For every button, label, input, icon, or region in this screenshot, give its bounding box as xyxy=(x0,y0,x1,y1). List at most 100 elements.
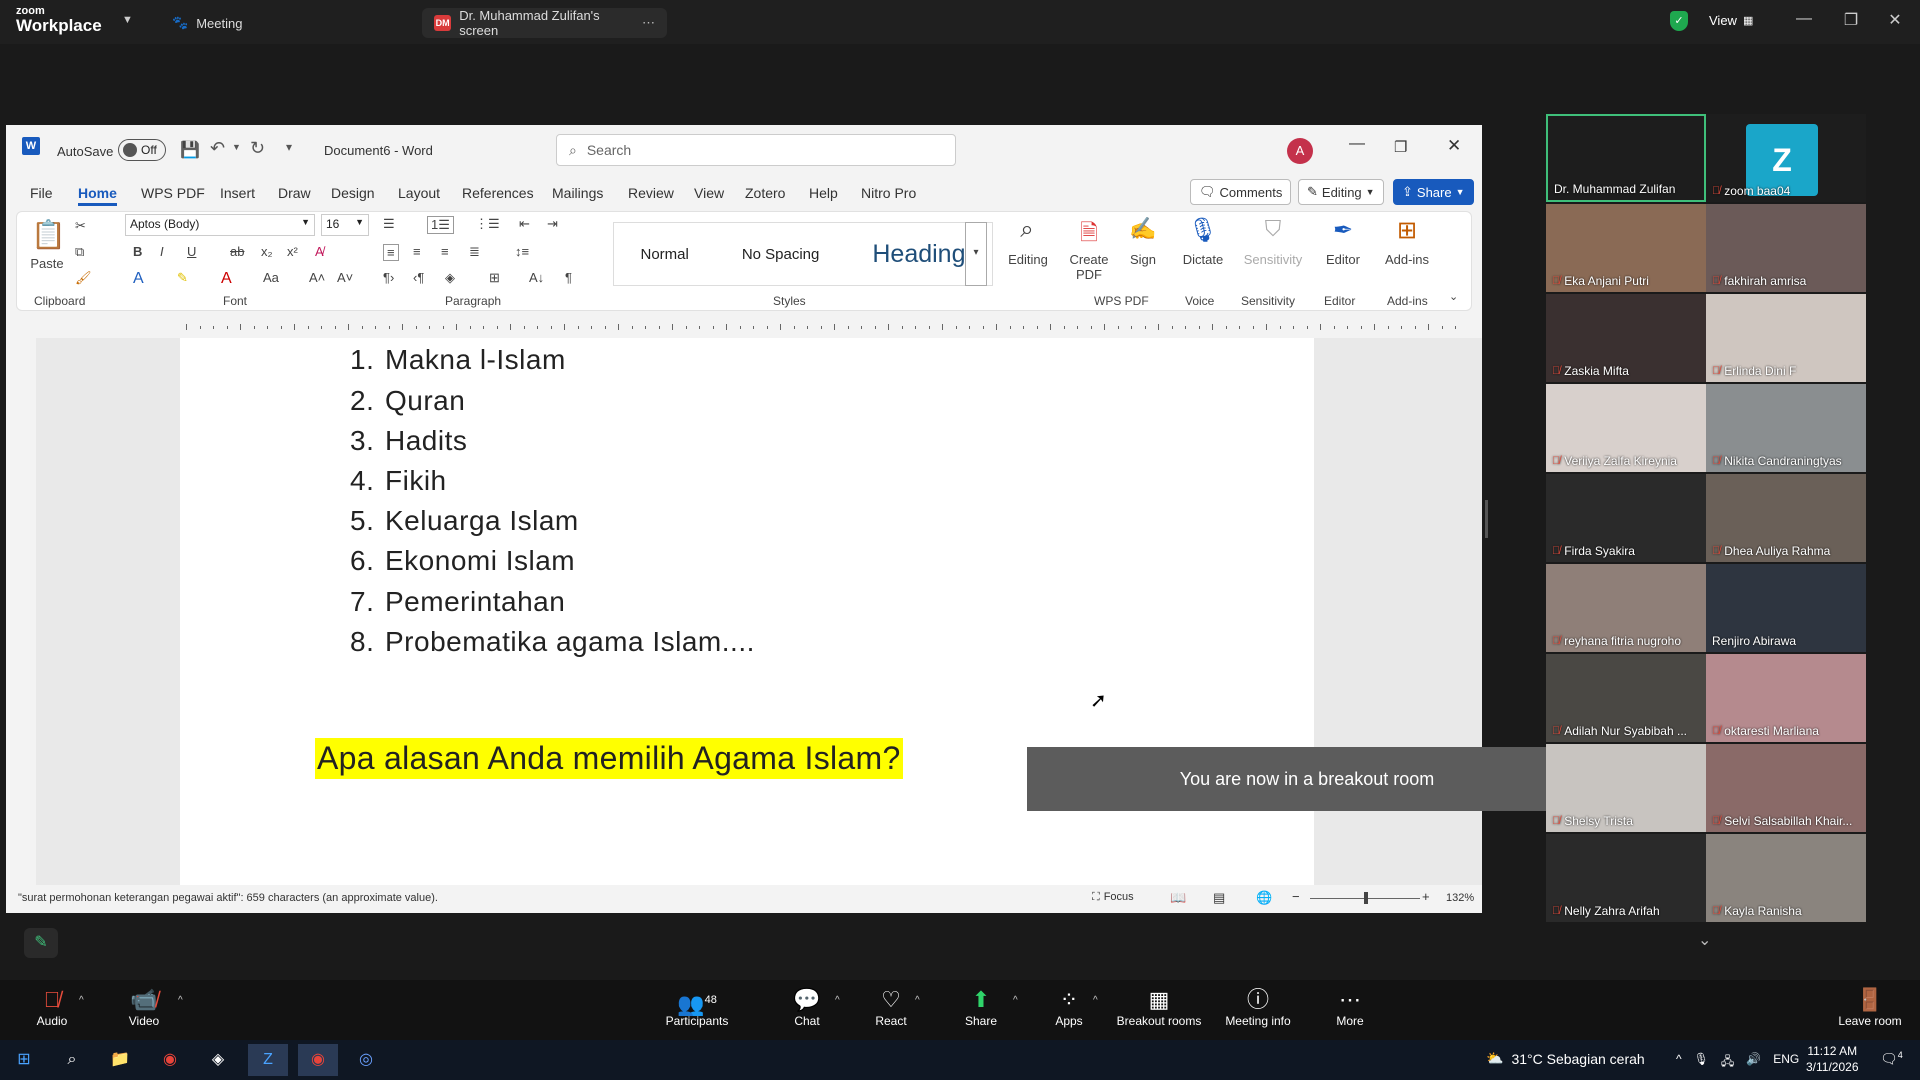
language-indicator[interactable]: ENG xyxy=(1773,1052,1799,1073)
chrome-icon[interactable]: ◉ xyxy=(150,1044,190,1076)
bullets-icon[interactable]: ☰ xyxy=(383,216,395,232)
tray-mic-icon[interactable]: 🎙 xyxy=(1694,1052,1709,1073)
minimize-icon[interactable]: — xyxy=(1789,10,1819,32)
text-effects-icon[interactable]: A xyxy=(133,270,144,288)
list-item[interactable]: 2. Quran xyxy=(350,385,465,417)
taskbar-search-icon[interactable]: ⌕ xyxy=(52,1044,92,1076)
list-item[interactable]: 1. Makna l-Islam xyxy=(350,344,566,376)
participant-tile[interactable]: 🎙̸ Shelsy Trista xyxy=(1546,744,1706,832)
shading-icon[interactable]: ◈ xyxy=(445,270,455,286)
tab-layout[interactable]: Layout xyxy=(398,185,440,201)
participant-tile[interactable]: 🎙̸ reyhana fitria nugroho xyxy=(1546,564,1706,652)
list-item[interactable]: 3. Hadits xyxy=(350,425,467,457)
participant-tile[interactable]: 🎙̸ oktaresti Marliana xyxy=(1706,654,1866,742)
tab-design[interactable]: Design xyxy=(331,185,375,201)
strikethrough-icon[interactable]: ab xyxy=(230,244,244,259)
format-painter-icon[interactable]: 🖌 xyxy=(75,270,92,286)
rtl-icon[interactable]: ‹¶ xyxy=(413,270,424,285)
tab-insert[interactable]: Insert xyxy=(220,185,255,201)
word-minimize-icon[interactable]: — xyxy=(1349,135,1365,153)
web-layout-icon[interactable]: 🌐 xyxy=(1256,890,1272,906)
audio-options-icon[interactable]: ^ xyxy=(79,995,84,1006)
sign-icon[interactable]: ✍ xyxy=(1123,216,1163,242)
react-button[interactable]: ♡ React xyxy=(846,986,936,1028)
tab-nitro-pro[interactable]: Nitro Pro xyxy=(861,185,916,201)
style-normal[interactable]: Normal xyxy=(640,246,688,263)
customize-qat-icon[interactable]: ▾ xyxy=(286,140,292,154)
ltr-icon[interactable]: ¶› xyxy=(383,270,394,285)
apps-options-icon[interactable]: ^ xyxy=(1093,995,1098,1006)
meeting-info-button[interactable]: ⓘ Meeting info xyxy=(1213,986,1303,1028)
share-button[interactable]: ⇪ Share ▼ xyxy=(1393,179,1474,205)
chat-button[interactable]: 💬 Chat xyxy=(762,986,852,1028)
italic-icon[interactable]: I xyxy=(160,244,164,259)
tab-zotero[interactable]: Zotero xyxy=(745,185,785,201)
participant-tile[interactable]: 🎙̸ Erlinda Dini F xyxy=(1706,294,1866,382)
audio-button[interactable]: 🎙̸ Audio xyxy=(7,986,97,1028)
multilevel-list-icon[interactable]: ⋮☰ xyxy=(475,216,500,232)
style-no-spacing[interactable]: No Spacing xyxy=(742,246,820,263)
sensitivity-icon[interactable]: ⛉ xyxy=(1253,216,1293,242)
list-item[interactable]: 6. Ekonomi Islam xyxy=(350,545,575,577)
more-options-icon[interactable]: ⋯ xyxy=(642,15,655,31)
chrome-active-icon[interactable]: ◉ xyxy=(298,1044,338,1076)
focus-button[interactable]: ⛶ Focus xyxy=(1092,891,1134,904)
file-explorer-icon[interactable]: 📁 xyxy=(100,1044,140,1076)
zoom-slider-thumb[interactable] xyxy=(1364,892,1368,904)
underline-icon[interactable]: U xyxy=(187,244,196,259)
align-right-icon[interactable]: ≡ xyxy=(441,244,449,259)
zoom-app-icon[interactable]: Z xyxy=(248,1044,288,1076)
close-icon[interactable]: ✕ xyxy=(1880,10,1910,32)
sensitivity-label[interactable]: Sensitivity xyxy=(1241,252,1305,267)
annotate-pencil-icon[interactable]: ✎ xyxy=(24,928,58,958)
participant-tile[interactable]: 🎙̸ Nikita Candraningtyas xyxy=(1706,384,1866,472)
tab-view[interactable]: View xyxy=(694,185,724,201)
participant-tile[interactable]: 🎙̸ Eka Anjani Putri xyxy=(1546,204,1706,292)
volume-icon[interactable]: 🔊 xyxy=(1746,1052,1761,1073)
participant-tile[interactable]: 🎙̸ Firda Syakira xyxy=(1546,474,1706,562)
participants-button[interactable]: 👥48 Participants xyxy=(652,986,742,1028)
list-item[interactable]: 4. Fikih xyxy=(350,465,447,497)
clock[interactable]: 11:12 AM 3/11/2026 xyxy=(1806,1043,1859,1075)
highlight-icon[interactable]: ✎ xyxy=(177,270,188,286)
align-left-icon[interactable]: ≡ xyxy=(383,244,399,261)
participant-tile[interactable]: 🎙̸ Veriiya Zalfa Kireynia xyxy=(1546,384,1706,472)
tray-chevron-icon[interactable]: ^ xyxy=(1676,1052,1682,1073)
editing-mode-button[interactable]: ✎ Editing ▼ xyxy=(1298,179,1384,205)
word-search-input[interactable]: ⌕ Search xyxy=(556,134,956,166)
autosave-toggle[interactable]: Off xyxy=(118,139,166,161)
participant-tile[interactable]: 🎙̸ Selvi Salsabillah Khair... xyxy=(1706,744,1866,832)
microphone-icon[interactable]: 🎙 xyxy=(1183,216,1223,245)
show-marks-icon[interactable]: ¶ xyxy=(565,270,572,285)
list-item[interactable]: 8. Probematika agama Islam.... xyxy=(350,626,755,658)
tab-shared-screen[interactable]: DM Dr. Muhammad Zulifan's screen ⋯ xyxy=(422,8,667,38)
increase-indent-icon[interactable]: ⇥ xyxy=(547,216,558,232)
participant-tile[interactable]: Renjiro Abirawa xyxy=(1706,564,1866,652)
undo-dropdown-icon[interactable]: ▼ xyxy=(232,142,241,152)
bold-icon[interactable]: B xyxy=(133,244,142,259)
obs-icon[interactable]: ◎ xyxy=(346,1044,386,1076)
more-button[interactable]: ⋯ More xyxy=(1305,986,1395,1028)
editor-icon[interactable]: ✒ xyxy=(1323,216,1363,245)
list-item[interactable]: 5. Keluarga Islam xyxy=(350,505,579,537)
editing-group-label[interactable]: Editing xyxy=(1000,252,1056,267)
participant-tile[interactable]: 🎙̸ Nelly Zahra Arifah xyxy=(1546,834,1706,922)
weather-widget[interactable]: ⛅ 31°C Sebagian cerah xyxy=(1486,1050,1645,1067)
share-options-icon[interactable]: ^ xyxy=(1013,995,1018,1006)
shield-check-icon[interactable]: ✓ xyxy=(1670,11,1688,31)
splitter-handle[interactable] xyxy=(1485,500,1488,538)
clear-formatting-icon[interactable]: A̸ xyxy=(315,244,324,259)
word-restore-icon[interactable]: ❐ xyxy=(1394,138,1407,156)
change-case-icon[interactable]: Aa xyxy=(263,270,279,285)
app-icon[interactable]: ◈ xyxy=(198,1044,238,1076)
sign-label[interactable]: Sign xyxy=(1123,252,1163,267)
participant-tile[interactable]: 🎙̸ Zaskia Mifta xyxy=(1546,294,1706,382)
share-screen-button[interactable]: ⬆ Share xyxy=(936,986,1026,1028)
zoom-in-icon[interactable]: + xyxy=(1422,889,1430,904)
styles-more-icon[interactable]: ▾ xyxy=(965,222,987,286)
tab-references[interactable]: References xyxy=(462,185,534,201)
redo-icon[interactable]: ↻ xyxy=(250,138,265,159)
font-name-select[interactable]: Aptos (Body) ▼ xyxy=(125,214,315,236)
paste-label[interactable]: Paste xyxy=(27,256,67,271)
chevron-down-icon[interactable]: ▼ xyxy=(122,14,133,26)
